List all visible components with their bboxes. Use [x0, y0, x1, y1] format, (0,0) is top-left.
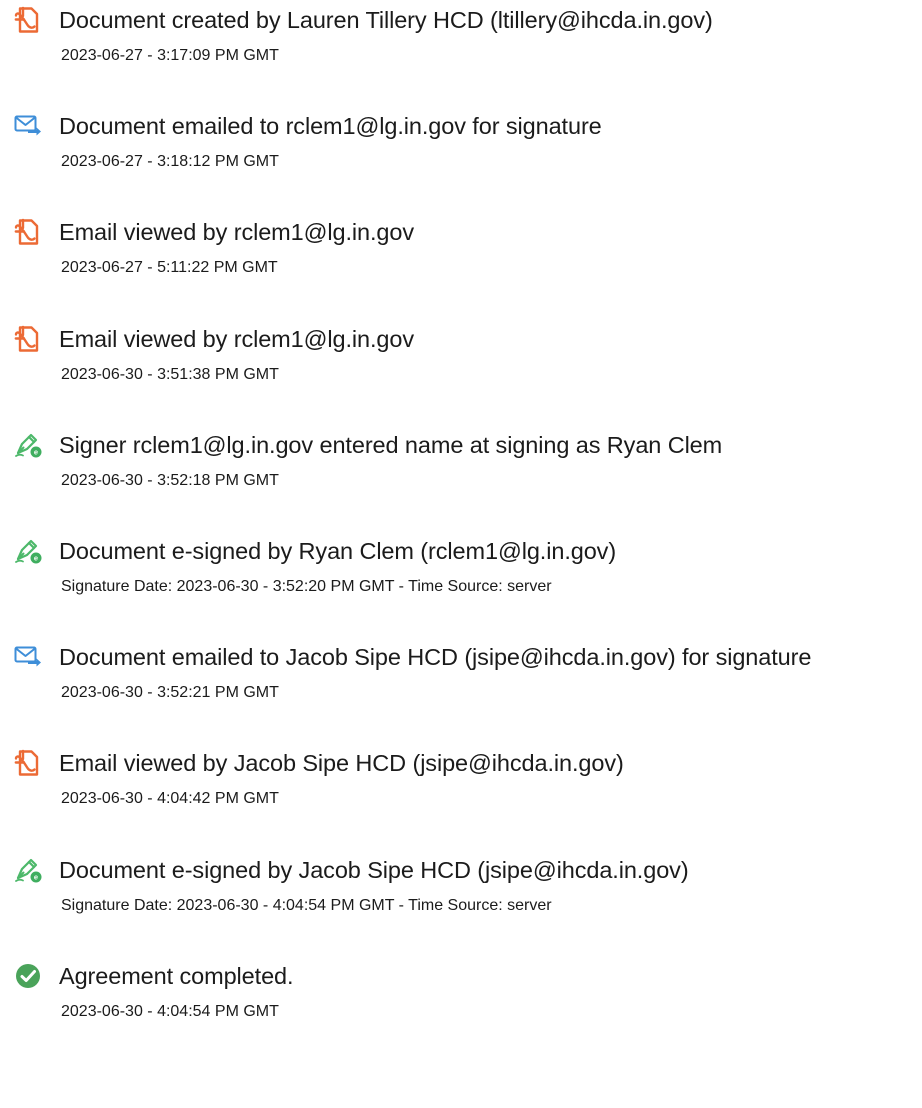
history-entry: Document emailed to rclem1@lg.in.gov for…: [0, 111, 922, 201]
svg-text:e: e: [34, 554, 38, 563]
history-entry-timestamp: 2023-06-27 - 3:18:12 PM GMT: [61, 153, 279, 170]
document-icon: [13, 748, 43, 778]
history-entry-timestamp: 2023-06-30 - 3:52:18 PM GMT: [61, 472, 279, 489]
history-entry-title: Email viewed by Jacob Sipe HCD (jsipe@ih…: [59, 750, 624, 776]
signature-icon: e: [13, 430, 43, 460]
history-entry: Document emailed to Jacob Sipe HCD (jsip…: [0, 642, 922, 732]
history-entry: Agreement completed. 2023-06-30 - 4:04:54…: [0, 961, 922, 1051]
history-entry: Document created by Lauren Tillery HCD (…: [0, 5, 922, 95]
history-entry-timestamp: 2023-06-30 - 4:04:54 PM GMT: [61, 1003, 279, 1020]
document-icon: [13, 5, 43, 35]
history-entry-timestamp: 2023-06-30 - 4:04:42 PM GMT: [61, 790, 279, 807]
history-entry-title: Signer rclem1@lg.in.gov entered name at …: [59, 432, 723, 458]
history-entry: Email viewed by rclem1@lg.in.gov 2023-06-…: [0, 217, 922, 307]
svg-text:e: e: [34, 448, 38, 457]
check-circle-icon: [13, 961, 43, 991]
history-entry: Email viewed by Jacob Sipe HCD (jsipe@ih…: [0, 748, 922, 838]
history-entry-title: Email viewed by rclem1@lg.in.gov: [59, 326, 415, 352]
signature-icon: e: [13, 536, 43, 566]
email-icon: [13, 642, 43, 672]
history-entry-timestamp: 2023-06-27 - 5:11:22 PM GMT: [61, 259, 278, 276]
email-icon: [13, 111, 43, 141]
history-entry-title: Document created by Lauren Tillery HCD (…: [59, 7, 713, 33]
history-entry: Email viewed by rclem1@lg.in.gov 2023-06-…: [0, 324, 922, 414]
svg-text:e: e: [34, 873, 38, 882]
history-entry-timestamp: Signature Date: 2023-06-30 - 4:04:54 PM …: [61, 897, 552, 914]
history-entry-timestamp: 2023-06-27 - 3:17:09 PM GMT: [61, 47, 279, 64]
history-entry-timestamp: 2023-06-30 - 3:51:38 PM GMT: [61, 366, 279, 383]
history-entry-title: Email viewed by rclem1@lg.in.gov: [59, 219, 415, 245]
history-entry-title: Document e-signed by Ryan Clem (rclem1@l…: [59, 538, 617, 564]
document-icon: [13, 324, 43, 354]
history-entry-title: Document emailed to rclem1@lg.in.gov for…: [59, 113, 602, 139]
history-entry: e Signer rclem1@lg.in.gov entered name a…: [0, 430, 922, 520]
history-entry-title: Document emailed to Jacob Sipe HCD (jsip…: [59, 644, 812, 670]
document-icon: [13, 217, 43, 247]
history-entry: e Document e-signed by Jacob Sipe HCD (j…: [0, 855, 922, 945]
history-entry-title: Agreement completed.: [59, 963, 294, 989]
history-entry-timestamp: 2023-06-30 - 3:52:21 PM GMT: [61, 684, 279, 701]
history-entry: e Document e-signed by Ryan Clem (rclem1…: [0, 536, 922, 626]
signature-icon: e: [13, 855, 43, 885]
history-entry-timestamp: Signature Date: 2023-06-30 - 3:52:20 PM …: [61, 578, 552, 595]
history-entry-title: Document e-signed by Jacob Sipe HCD (jsi…: [59, 857, 689, 883]
